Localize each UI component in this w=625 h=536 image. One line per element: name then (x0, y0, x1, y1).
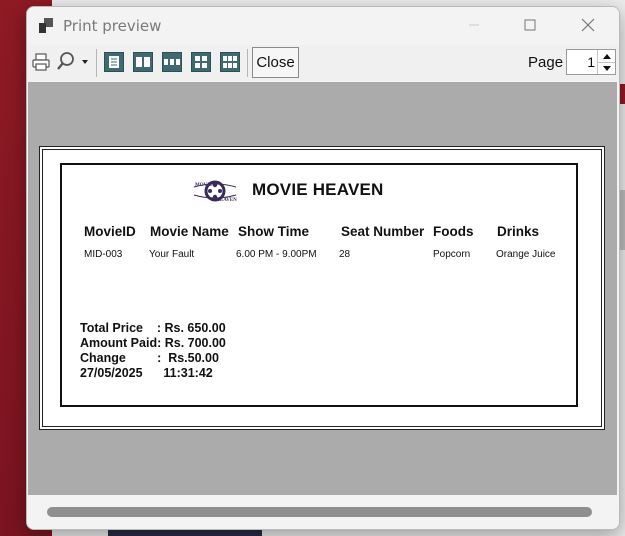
print-preview-dialog: Print preview Close Page 1 MOVIE HEAVEN … (26, 6, 620, 530)
close-preview-button[interactable]: Close (252, 47, 299, 78)
receipt: MOVIE HEAVEN MOVIE HEAVEN MovieID Movie … (60, 163, 578, 407)
column-header-seat-number: Seat Number (341, 224, 425, 239)
minimize-icon (469, 24, 479, 26)
cell-movie-name: Your Fault (149, 249, 195, 260)
print-preview-app-icon (39, 18, 55, 34)
cell-foods: Popcorn (433, 249, 471, 260)
movie-heaven-logo: MOVIE HEAVEN (192, 173, 238, 209)
chevron-up-icon (602, 53, 611, 59)
page-label: Page (528, 54, 564, 71)
minimize-button[interactable] (451, 7, 497, 43)
column-header-show-time: Show Time (238, 224, 310, 239)
cell-drinks: Orange Juice (496, 249, 556, 260)
chevron-down-icon (602, 65, 611, 71)
page-number-value[interactable]: 1 (587, 54, 595, 70)
zoom-dropdown[interactable] (56, 51, 92, 73)
preview-area[interactable]: MOVIE HEAVEN MOVIE HEAVEN MovieID Movie … (28, 82, 617, 495)
page-number-stepper[interactable]: 1 (566, 49, 616, 75)
close-icon (581, 18, 595, 32)
cell-show-time: 6.00 PM - 9.00PM (236, 249, 317, 260)
column-header-foods: Foods (433, 224, 474, 239)
horizontal-scrollbar[interactable] (27, 495, 619, 529)
four-pages-icon[interactable] (191, 52, 211, 72)
amount-paid-line: Amount Paid: Rs. 700.00 (80, 336, 226, 350)
toolbar-separator (247, 49, 248, 77)
column-header-movie-name: Movie Name (150, 224, 229, 239)
printer-icon[interactable] (30, 51, 52, 73)
toolbar-separator (96, 49, 97, 77)
cell-movieid: MID-003 (84, 249, 123, 260)
logo-text-bottom: HEAVEN (216, 198, 237, 203)
column-header-drinks: Drinks (497, 224, 540, 239)
scrollbar-thumb[interactable] (47, 507, 592, 517)
window-title: Print preview (63, 17, 162, 35)
three-pages-icon[interactable] (162, 52, 182, 72)
column-header-movieid: MovieID (84, 224, 136, 239)
maximize-button[interactable] (507, 7, 553, 43)
six-pages-icon[interactable] (220, 52, 240, 72)
change-line: Change : Rs.50.00 (80, 351, 219, 365)
brand-title: MOVIE HEAVEN (252, 180, 384, 199)
logo-text-top: MOVIE (195, 183, 213, 188)
one-page-icon[interactable] (104, 52, 124, 72)
title-bar[interactable]: Print preview (27, 7, 619, 45)
cell-seat-number: 28 (339, 249, 351, 260)
page-spinner[interactable] (597, 50, 615, 74)
toolbar: Close Page 1 (27, 45, 619, 81)
preview-page: MOVIE HEAVEN MOVIE HEAVEN MovieID Movie … (39, 146, 605, 430)
close-window-button[interactable] (565, 7, 611, 43)
maximize-icon (524, 19, 536, 31)
magnifier-icon (57, 52, 88, 70)
date-time-line: 27/05/2025 11:31:42 (80, 366, 213, 380)
spin-down-button[interactable] (598, 62, 615, 74)
total-price-line: Total Price : Rs. 650.00 (80, 321, 226, 335)
two-pages-icon[interactable] (133, 52, 153, 72)
